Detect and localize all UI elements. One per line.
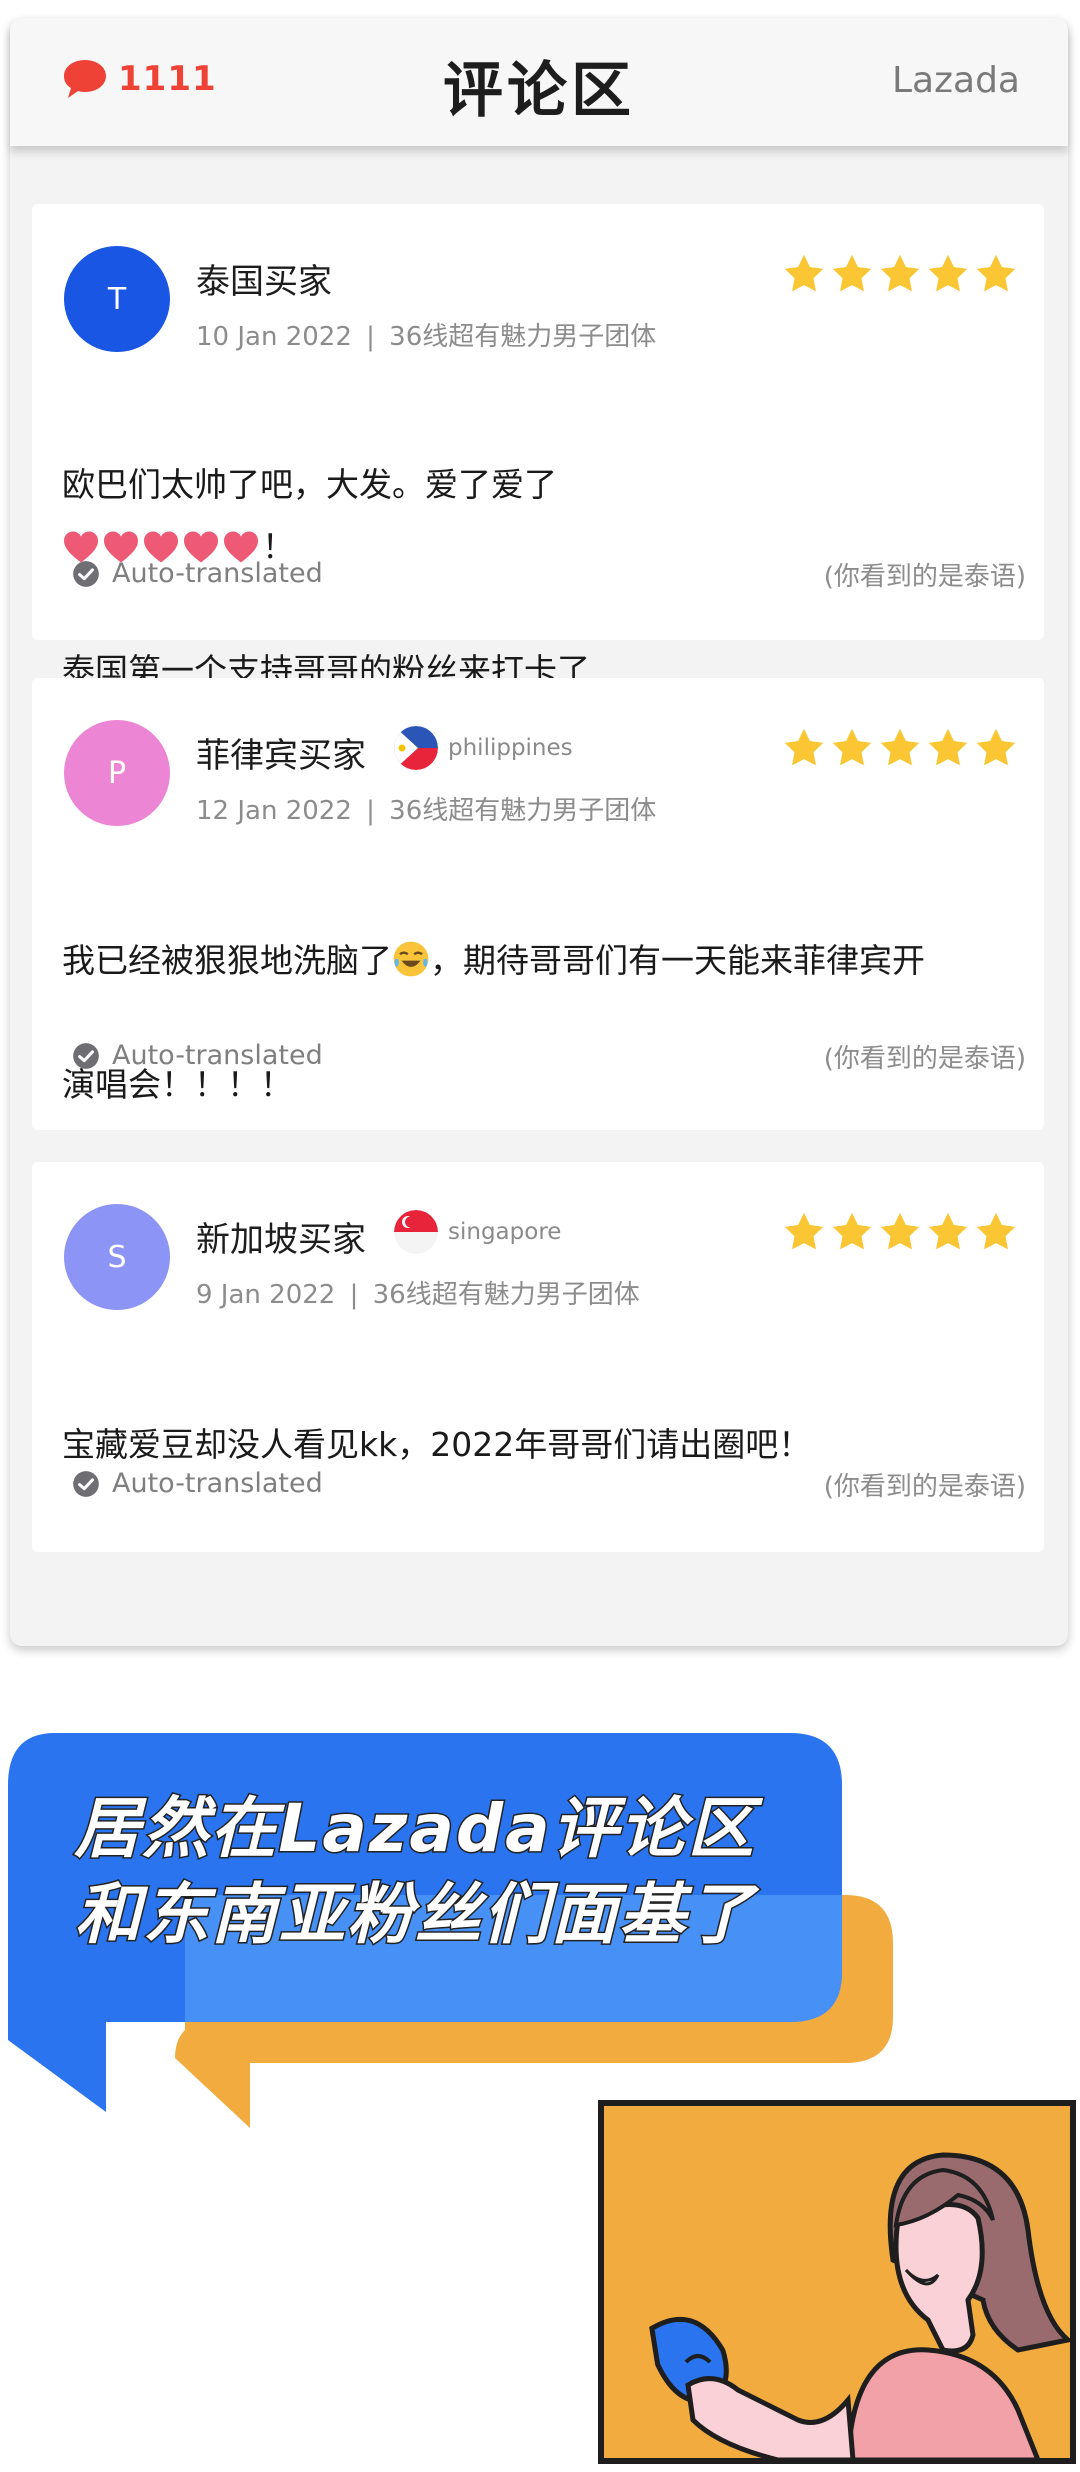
star-icon bbox=[976, 254, 1016, 292]
star-icon bbox=[832, 728, 872, 766]
review-card: P 菲律宾买家 philippines 12 Jan 2022 | 36线超有魅… bbox=[32, 678, 1044, 1130]
tears-of-joy-emoji-icon bbox=[393, 941, 429, 977]
star-rating bbox=[778, 726, 1018, 770]
promo-line2: 和东南亚粉丝们面基了 bbox=[74, 1875, 755, 1955]
reviewer-name: 新加坡买家 bbox=[196, 1220, 366, 1260]
review-card: S 新加坡买家 singapore 9 Jan 2022 | 36线超有魅力男子… bbox=[32, 1162, 1044, 1552]
star-icon bbox=[784, 728, 824, 766]
star-rating bbox=[778, 1210, 1018, 1254]
language-note[interactable]: (你看到的是泰语) bbox=[824, 556, 1026, 593]
review-meta: 12 Jan 2022 | 36线超有魅力男子团体 bbox=[196, 796, 657, 826]
review-product: 36线超有魅力男子团体 bbox=[389, 796, 657, 826]
country-tag: philippines bbox=[394, 726, 573, 770]
review-date: 12 Jan 2022 bbox=[196, 796, 352, 826]
star-icon bbox=[976, 1212, 1016, 1250]
review-text-line1: 欧巴们太帅了吧，大发。爱了爱了 bbox=[62, 465, 557, 504]
star-icon bbox=[832, 254, 872, 292]
avatar-letter: T bbox=[107, 281, 127, 317]
avatar-letter: S bbox=[107, 1239, 127, 1275]
avatar-letter: P bbox=[107, 755, 127, 791]
star-icon bbox=[928, 728, 968, 766]
star-rating bbox=[778, 252, 1018, 296]
review-card: T 泰国买家 10 Jan 2022 | 36线超有魅力男子团体 欧巴们太帅了吧… bbox=[32, 204, 1044, 690]
promo-line1: 居然在Lazada评论区 bbox=[73, 1789, 756, 1869]
header-bar: 1111 评论区 Lazada bbox=[10, 18, 1068, 146]
woman-with-phone-illustration bbox=[598, 2100, 1076, 2464]
language-note[interactable]: (你看到的是泰语) bbox=[824, 1038, 1026, 1075]
avatar: S bbox=[64, 1204, 170, 1310]
avatar: T bbox=[64, 246, 170, 352]
country-name: singapore bbox=[448, 1219, 562, 1245]
star-icon bbox=[976, 728, 1016, 766]
country-tag: singapore bbox=[394, 1210, 561, 1254]
auto-translated-label: Auto-translated bbox=[72, 1040, 323, 1071]
star-icon bbox=[880, 254, 920, 292]
country-name: philippines bbox=[448, 735, 573, 761]
check-circle-icon bbox=[73, 1042, 99, 1069]
star-icon bbox=[784, 254, 824, 292]
review-meta: 9 Jan 2022 | 36线超有魅力男子团体 bbox=[196, 1280, 640, 1310]
star-icon bbox=[928, 254, 968, 292]
review-product: 36线超有魅力男子团体 bbox=[389, 322, 657, 352]
review-date: 10 Jan 2022 bbox=[196, 322, 352, 352]
review-text: 宝藏爱豆却没人看见kk，2022年哥哥们请出圈吧！ bbox=[62, 1352, 1022, 1538]
check-circle-icon bbox=[73, 1470, 99, 1497]
brand-logo: Lazada bbox=[892, 60, 1020, 101]
singapore-flag-icon bbox=[394, 1210, 438, 1254]
auto-translated-text: Auto-translated bbox=[112, 1040, 323, 1071]
promo-headline: 居然在Lazada评论区 和东南亚粉丝们面基了 bbox=[0, 1786, 830, 1958]
star-icon bbox=[832, 1212, 872, 1250]
avatar: P bbox=[64, 720, 170, 826]
philippines-flag-icon bbox=[394, 726, 438, 770]
review-meta: 10 Jan 2022 | 36线超有魅力男子团体 bbox=[196, 322, 657, 352]
star-icon bbox=[880, 1212, 920, 1250]
reviewer-name: 菲律宾买家 bbox=[196, 736, 366, 776]
review-text: 我已经被狠狠地洗脑了 ，期待哥哥们有一天能来菲律宾开 演唱会！！！！ bbox=[62, 868, 1022, 1178]
star-icon bbox=[928, 1212, 968, 1250]
review-date: 9 Jan 2022 bbox=[196, 1280, 336, 1310]
auto-translated-text: Auto-translated bbox=[112, 1468, 323, 1499]
check-circle-icon bbox=[73, 560, 99, 587]
review-product: 36线超有魅力男子团体 bbox=[372, 1280, 640, 1310]
auto-translated-label: Auto-translated bbox=[72, 1468, 323, 1499]
auto-translated-text: Auto-translated bbox=[112, 558, 323, 589]
review-text-line1-end: ，期待哥哥们有一天能来菲律宾开 bbox=[430, 941, 925, 980]
review-text-line1: 我已经被狠狠地洗脑了 bbox=[62, 941, 392, 980]
language-note[interactable]: (你看到的是泰语) bbox=[824, 1466, 1026, 1503]
star-icon bbox=[784, 1212, 824, 1250]
auto-translated-label: Auto-translated bbox=[72, 558, 323, 589]
reviewer-name: 泰国买家 bbox=[196, 262, 332, 302]
star-icon bbox=[880, 728, 920, 766]
